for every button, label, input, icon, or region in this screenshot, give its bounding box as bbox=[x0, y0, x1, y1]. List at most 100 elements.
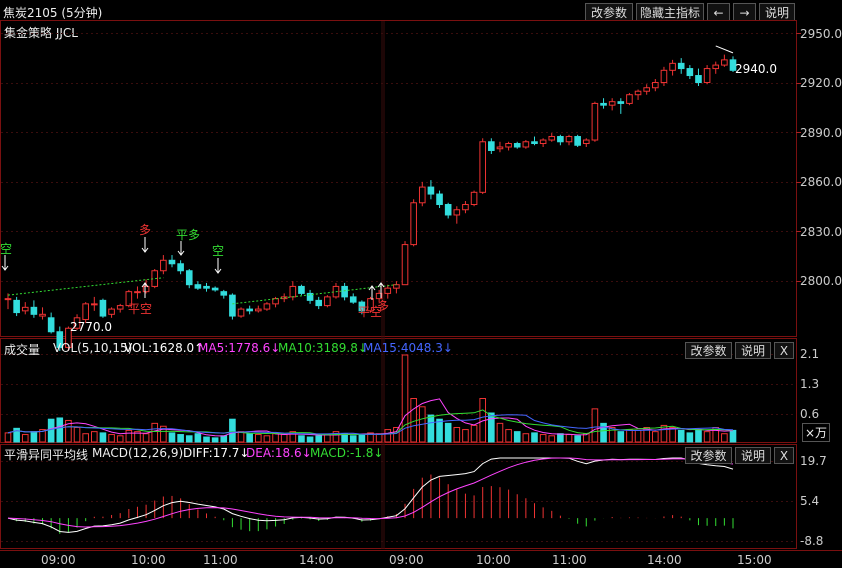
candle-body bbox=[263, 303, 271, 310]
candle-body bbox=[712, 64, 720, 70]
time-label: 15:00 bbox=[737, 553, 772, 567]
candle-body bbox=[229, 294, 236, 317]
signal-label: 空 bbox=[212, 244, 225, 258]
candle-body bbox=[30, 306, 38, 315]
candle-body bbox=[531, 141, 538, 145]
candle-body bbox=[522, 141, 530, 148]
volume-bar bbox=[73, 427, 81, 443]
volume-bar bbox=[82, 433, 89, 443]
volume-bar bbox=[142, 433, 150, 443]
macd-change-params-button[interactable]: 改参数 bbox=[685, 447, 732, 464]
candle-body bbox=[237, 308, 245, 317]
signal-label: 空 bbox=[0, 242, 13, 256]
volume-bar bbox=[358, 434, 366, 443]
price-tick: 2860.0 bbox=[800, 175, 842, 189]
time-label: 09:00 bbox=[41, 553, 76, 567]
volume-change-params-button[interactable]: 改参数 bbox=[685, 342, 732, 359]
volume-bar bbox=[496, 422, 504, 443]
macd-close-button[interactable]: X bbox=[774, 447, 794, 464]
candle-body bbox=[557, 136, 564, 143]
candle-body bbox=[142, 285, 150, 293]
candle-body bbox=[677, 62, 685, 70]
volume-bar bbox=[470, 424, 478, 443]
volume-bar bbox=[280, 434, 288, 443]
volume-bar bbox=[522, 433, 530, 443]
volume-bar bbox=[626, 429, 633, 443]
price-tick: 2800.0 bbox=[800, 274, 842, 288]
volume-bar bbox=[436, 418, 443, 443]
volume-unit: ×万 bbox=[802, 423, 831, 442]
volume-bar bbox=[263, 435, 271, 443]
candle-body bbox=[453, 209, 461, 216]
candle-body bbox=[574, 136, 581, 146]
volume-bar bbox=[427, 414, 435, 443]
volume-bar bbox=[695, 429, 702, 443]
volume-ma15: MA15:4048.3↓ bbox=[363, 341, 453, 355]
volume-tick: 0.6 bbox=[800, 407, 820, 421]
candle-body bbox=[194, 284, 202, 289]
time-label: 14:00 bbox=[299, 553, 334, 567]
candle-body bbox=[652, 82, 659, 89]
volume-bar bbox=[47, 418, 55, 443]
signal-label: 平多 bbox=[176, 228, 201, 242]
time-label: 14:00 bbox=[647, 553, 682, 567]
price-tick: 2920.0 bbox=[800, 76, 842, 90]
macd-help-button[interactable]: 说明 bbox=[735, 447, 771, 464]
candle-body bbox=[608, 101, 616, 106]
macd-params: MACD(12,26,9) bbox=[92, 446, 184, 460]
volume-bar bbox=[557, 433, 564, 443]
volume-bar bbox=[324, 434, 331, 443]
candle-body bbox=[660, 69, 668, 84]
candle-body bbox=[21, 306, 29, 312]
candle-body bbox=[505, 143, 512, 148]
volume-bar bbox=[30, 431, 38, 443]
volume-bar bbox=[254, 434, 262, 443]
volume-tick: 1.3 bbox=[800, 377, 820, 391]
volume-bar bbox=[194, 433, 202, 443]
volume-bar bbox=[539, 434, 547, 443]
candle-body bbox=[582, 139, 590, 145]
volume-bar bbox=[686, 432, 694, 443]
volume-bar bbox=[444, 422, 452, 443]
candle-body bbox=[617, 101, 625, 104]
signal-label: 多 bbox=[377, 299, 390, 313]
time-label: 11:00 bbox=[552, 553, 587, 567]
candle-body bbox=[315, 299, 323, 307]
candle-body bbox=[444, 204, 452, 216]
macd-diff: DIFF:17.7↓ bbox=[183, 446, 250, 460]
candle-body bbox=[600, 102, 607, 106]
volume-bar bbox=[574, 435, 581, 443]
candle-body bbox=[254, 308, 262, 312]
volume-close-button[interactable]: X bbox=[774, 342, 794, 359]
candle-body bbox=[177, 263, 184, 272]
candle-body bbox=[39, 313, 46, 317]
volume-bar bbox=[229, 418, 236, 443]
volume-tick: 2.1 bbox=[800, 347, 820, 361]
candle-body bbox=[203, 285, 210, 289]
chart-window: 焦炭2105 (5分钟) 集金策略 JJCL 改参数 隐藏主指标 ← → 说明 … bbox=[0, 0, 842, 568]
candle-body bbox=[185, 270, 193, 286]
candle-body bbox=[91, 303, 98, 306]
volume-help-button[interactable]: 说明 bbox=[735, 342, 771, 359]
price-tick: 2950.0 bbox=[800, 27, 842, 41]
candle-body bbox=[246, 308, 253, 312]
volume-bar bbox=[488, 412, 495, 443]
volume-bar bbox=[177, 434, 184, 443]
volume-bar bbox=[729, 429, 737, 443]
volume-bar bbox=[505, 429, 512, 443]
macd-value: MACD:-1.8↓ bbox=[310, 446, 384, 460]
time-label: 10:00 bbox=[476, 553, 511, 567]
volume-bar bbox=[677, 429, 685, 443]
candle-body bbox=[289, 285, 297, 298]
candle-body bbox=[462, 204, 469, 211]
volume-bar bbox=[246, 433, 253, 443]
volume-bar bbox=[168, 432, 176, 443]
price-chart[interactable] bbox=[0, 0, 842, 568]
volume-bar bbox=[393, 427, 400, 443]
volume-bar bbox=[116, 435, 124, 443]
candle-body bbox=[488, 141, 495, 151]
macd-tick: -8.8 bbox=[800, 534, 824, 548]
candle-body bbox=[669, 62, 676, 71]
volume-bar bbox=[298, 435, 305, 443]
high-marker-line bbox=[715, 45, 734, 54]
